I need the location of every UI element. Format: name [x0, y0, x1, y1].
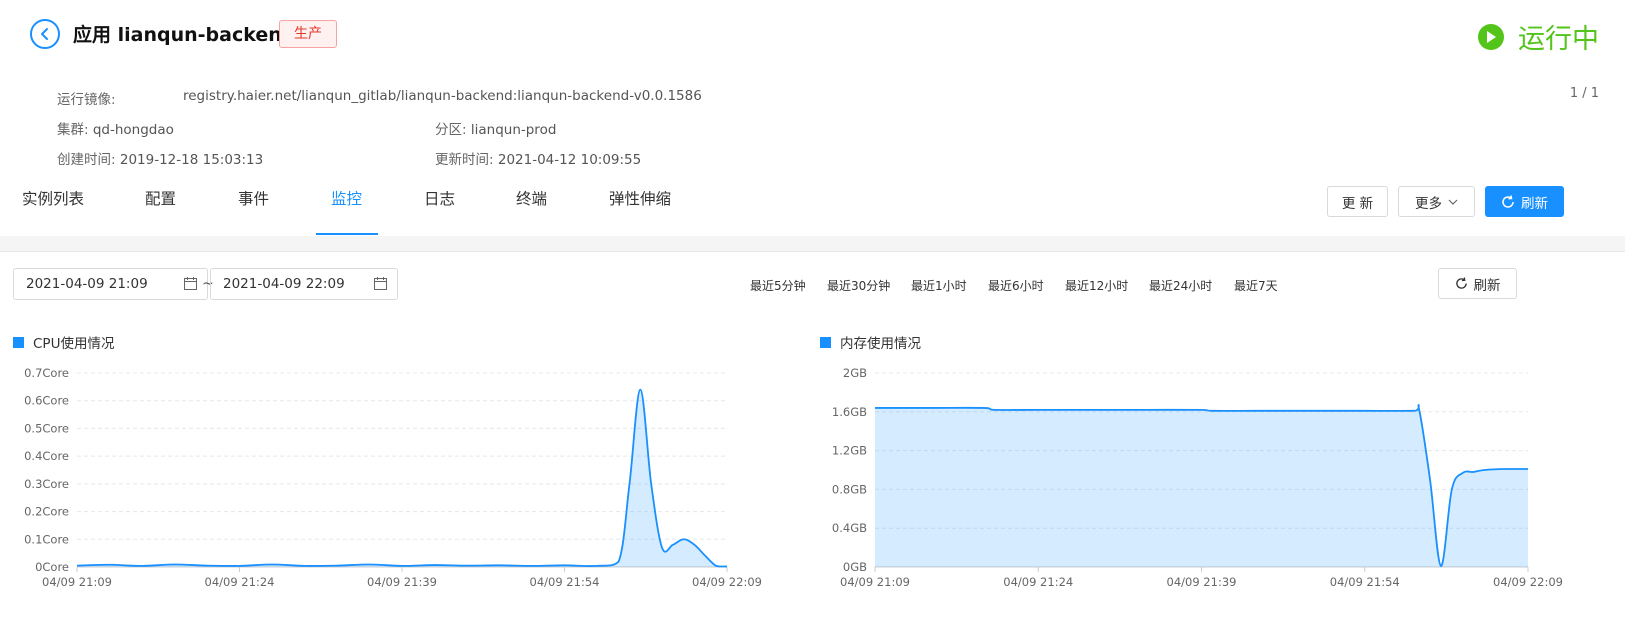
- tab-config[interactable]: 配置: [145, 188, 176, 236]
- status-text: 运行中: [1518, 24, 1599, 55]
- update-button[interactable]: 更 新: [1327, 186, 1388, 217]
- y-tick-label: 0.1Core: [24, 532, 69, 546]
- y-tick-label: 0.4GB: [832, 521, 867, 535]
- env-badge: 生产: [279, 20, 337, 48]
- section-divider: [0, 236, 1625, 252]
- y-tick-label: 0Core: [35, 560, 69, 574]
- x-tick-label: 04/09 22:09: [692, 575, 762, 589]
- image-value-text: registry.haier.net/lianqun_gitlab/lianqu…: [183, 88, 702, 104]
- image-value: registry.haier.net/lianqun_gitlab/lianqu…: [183, 88, 702, 104]
- cpu-usage-chart: 0Core 0.1Core 0.2Core 0.3Core 0.4Core 0.5Core…: [24, 366, 762, 589]
- y-tick-label: 0.4Core: [24, 449, 69, 463]
- range-5min[interactable]: 最近5分钟: [750, 277, 806, 294]
- updated-info: 更新时间: 2021-04-12 10:09:55: [435, 148, 641, 168]
- x-tick-label: 04/09 21:39: [367, 575, 437, 589]
- updated-value: 2021-04-12 10:09:55: [497, 152, 642, 168]
- refresh-icon: [1502, 194, 1514, 208]
- y-tick-label: 0.6Core: [24, 394, 69, 408]
- created-label: 创建时间:: [57, 152, 116, 168]
- tab-logs[interactable]: 日志: [424, 188, 455, 236]
- x-tick-label: 04/09 21:09: [42, 575, 112, 589]
- cluster-value: qd-hongdao: [92, 122, 174, 138]
- legend-swatch: [13, 336, 24, 348]
- x-tick-label: 04/09 21:24: [205, 575, 275, 589]
- start-time-value: 2021-04-09 21:09: [26, 276, 148, 292]
- chevron-down-icon: [1448, 199, 1458, 205]
- range-7d[interactable]: 最近7天: [1234, 277, 1278, 294]
- app-header: 应用 lianqun-backend 生产 运行中: [0, 0, 1625, 70]
- y-tick-label: 0.3Core: [24, 477, 69, 491]
- refresh-app-button[interactable]: 刷新: [1485, 186, 1564, 217]
- legend-swatch: [820, 336, 831, 348]
- range-1h[interactable]: 最近1小时: [911, 277, 967, 294]
- more-dropdown[interactable]: 更多: [1398, 186, 1475, 217]
- y-tick-label: 0GB: [843, 560, 867, 574]
- y-tick-label: 0.8GB: [832, 482, 867, 496]
- refresh-app-label: 刷新: [1521, 195, 1548, 212]
- updated-label: 更新时间:: [435, 152, 494, 168]
- partition-label: 分区:: [435, 122, 467, 138]
- tab-instances[interactable]: 实例列表: [22, 188, 84, 236]
- y-tick-label: 2GB: [843, 366, 867, 380]
- start-time-picker[interactable]: 2021-04-09 21:09: [13, 268, 208, 300]
- end-time-value: 2021-04-09 22:09: [223, 276, 345, 292]
- y-tick-label: 1.2GB: [832, 444, 867, 458]
- cluster-info: 集群: qd-hongdao: [57, 118, 174, 138]
- active-tab-indicator: [316, 233, 378, 235]
- end-time-picker[interactable]: 2021-04-09 22:09: [210, 268, 398, 300]
- cpu-chart-title: CPU使用情况: [13, 332, 114, 352]
- calendar-icon: [184, 277, 197, 290]
- y-tick-label: 0.7Core: [24, 366, 69, 380]
- partition-info: 分区: lianqun-prod: [435, 118, 556, 138]
- refresh-monitor-label: 刷新: [1473, 277, 1501, 294]
- page-title: 应用 lianqun-backend: [73, 24, 296, 46]
- x-tick-label: 04/09 22:09: [1493, 575, 1563, 589]
- range-12h[interactable]: 最近12小时: [1065, 277, 1128, 294]
- y-tick-label: 0.5Core: [24, 421, 69, 435]
- back-button[interactable]: [30, 19, 60, 49]
- y-tick-label: 0.2Core: [24, 505, 69, 519]
- image-info: 运行镜像:: [57, 88, 116, 108]
- x-tick-label: 04/09 21:54: [530, 575, 600, 589]
- tab-terminal[interactable]: 终端: [516, 188, 547, 236]
- x-tick-label: 04/09 21:39: [1167, 575, 1237, 589]
- created-value: 2019-12-18 15:03:13: [119, 152, 264, 168]
- pager: 1 / 1: [1569, 86, 1599, 101]
- created-info: 创建时间: 2019-12-18 15:03:13: [57, 148, 263, 168]
- x-tick-label: 04/09 21:09: [840, 575, 910, 589]
- tab-events[interactable]: 事件: [238, 188, 269, 236]
- memory-usage-chart: 0GB 0.4GB 0.8GB 1.2GB 1.6GB 2GB 04/09 21:09 04/…: [832, 366, 1563, 589]
- range-30min[interactable]: 最近30分钟: [827, 277, 890, 294]
- refresh-monitor-button[interactable]: 刷新: [1438, 268, 1517, 299]
- status-indicator: 运行中: [1478, 17, 1599, 56]
- y-tick-label: 1.6GB: [832, 405, 867, 419]
- memory-chart-title: 内存使用情况: [820, 332, 921, 352]
- more-label: 更多: [1415, 195, 1442, 212]
- cluster-label: 集群:: [57, 122, 89, 138]
- cpu-chart-title-text: CPU使用情况: [33, 336, 115, 352]
- play-icon: [1478, 23, 1504, 50]
- range-24h[interactable]: 最近24小时: [1149, 277, 1212, 294]
- refresh-icon: [1455, 277, 1467, 289]
- x-tick-label: 04/09 21:54: [1330, 575, 1400, 589]
- range-6h[interactable]: 最近6小时: [988, 277, 1044, 294]
- chevron-left-icon: [41, 28, 48, 40]
- tab-monitor[interactable]: 监控: [331, 188, 362, 236]
- update-label: 更 新: [1341, 195, 1374, 212]
- memory-chart-title-text: 内存使用情况: [840, 336, 921, 352]
- x-tick-label: 04/09 21:24: [1003, 575, 1073, 589]
- partition-value: lianqun-prod: [470, 122, 557, 138]
- tab-autoscaling[interactable]: 弹性伸缩: [609, 188, 671, 236]
- calendar-icon: [374, 277, 387, 290]
- image-label: 运行镜像:: [57, 92, 116, 108]
